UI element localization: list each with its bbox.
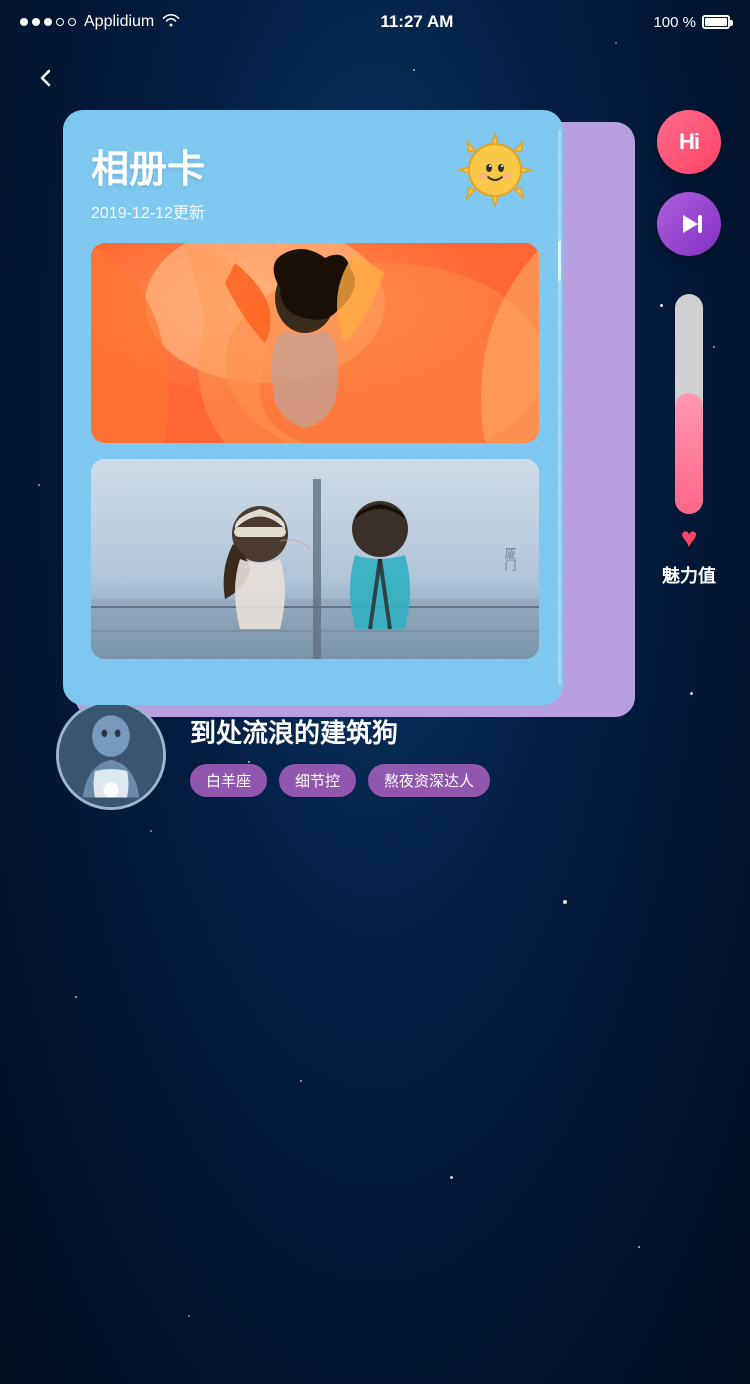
avatar: [56, 700, 166, 810]
charm-label: 魅力值: [662, 562, 716, 588]
photo-1: [91, 243, 539, 443]
profile-tags: 白羊座 细节控 熬夜资深达人: [190, 764, 694, 797]
heart-icon: ♥: [681, 522, 698, 554]
charm-slider: ♥ 魅力值: [662, 294, 716, 588]
side-panel: Hi ♥ 魅力值: [657, 110, 721, 588]
battery-icon: [702, 15, 730, 29]
card-area: 相册卡 2019-12-12更新: [63, 110, 623, 705]
status-time: 11:27 AM: [380, 12, 453, 32]
signal-dots: [20, 18, 76, 26]
avatar-image: [59, 703, 163, 807]
status-bar: Applidium 11:27 AM 100 %: [0, 0, 750, 40]
main-content: 相册卡 2019-12-12更新: [0, 110, 750, 870]
dot5: [68, 18, 76, 26]
wifi-icon: [162, 13, 180, 32]
profile-name: 到处流浪的建筑狗: [190, 713, 694, 750]
photo-2: 厦门: [91, 459, 539, 659]
dot3: [44, 18, 52, 26]
main-card: 相册卡 2019-12-12更新: [63, 110, 563, 705]
back-button[interactable]: [28, 60, 64, 96]
status-left: Applidium: [20, 13, 180, 32]
tag-1: 白羊座: [190, 764, 267, 797]
profile-section: 到处流浪的建筑狗 白羊座 细节控 熬夜资深达人: [0, 700, 750, 810]
tag-3: 熬夜资深达人: [368, 764, 490, 797]
sun-mascot: [455, 130, 535, 210]
tag-2: 细节控: [279, 764, 356, 797]
slider-fill: [675, 393, 703, 514]
scroll-indicator: [555, 110, 563, 705]
battery-percent: 100 %: [653, 14, 696, 31]
hi-button[interactable]: Hi: [657, 110, 721, 174]
dot1: [20, 18, 28, 26]
profile-info: 到处流浪的建筑狗 白羊座 细节控 熬夜资深达人: [190, 713, 694, 797]
play-button[interactable]: [657, 192, 721, 256]
status-right: 100 %: [653, 14, 730, 31]
carrier-label: Applidium: [84, 13, 154, 31]
watermark: 厦门: [502, 547, 519, 571]
dot4: [56, 18, 64, 26]
dot2: [32, 18, 40, 26]
slider-track: [675, 294, 703, 514]
card-date: 2019-12-12更新: [91, 199, 539, 223]
